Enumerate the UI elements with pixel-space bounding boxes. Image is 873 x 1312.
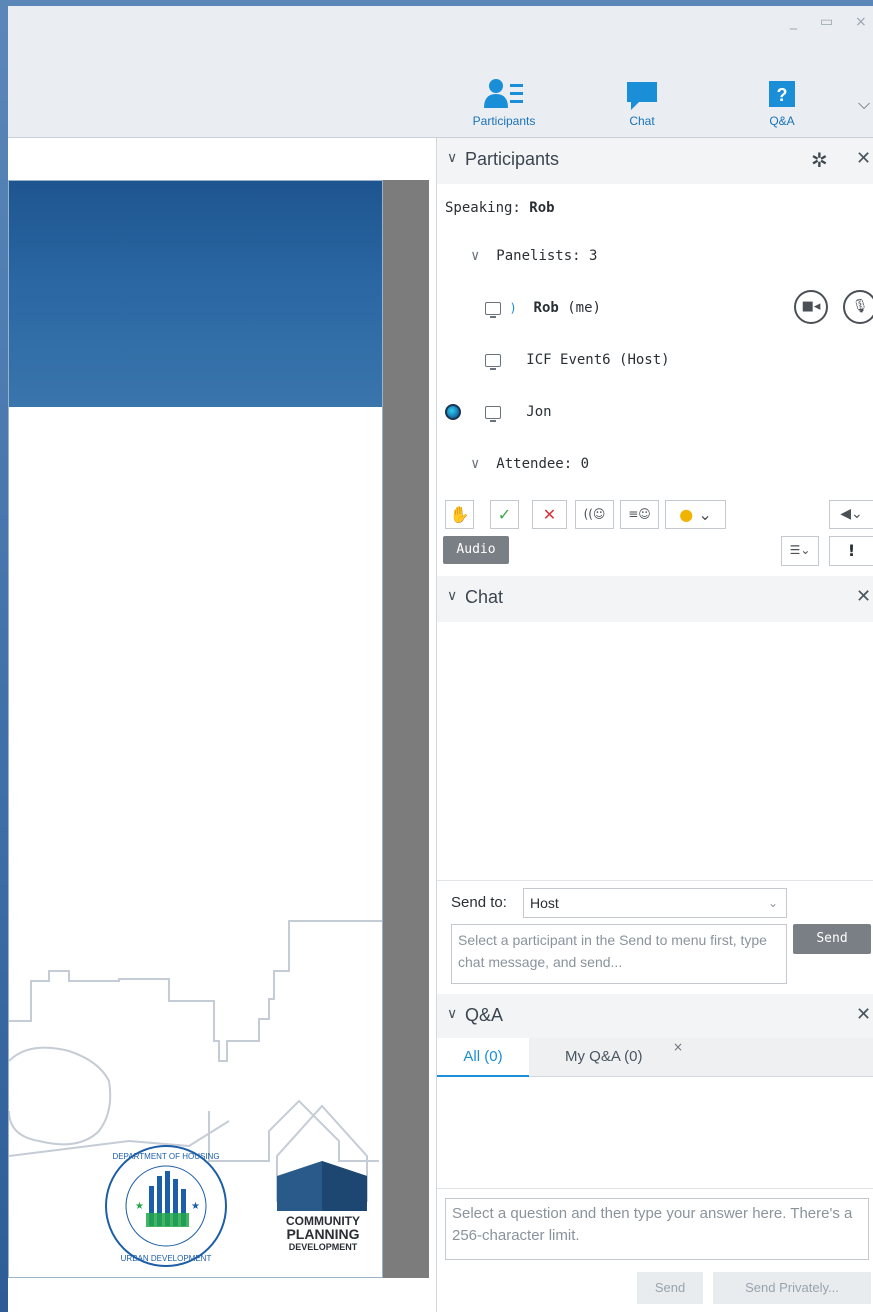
- side-panel: ∨ Participants ✲ ✕ Speaking: Rob ∨ Panel…: [436, 138, 873, 1312]
- chat-title: Chat: [465, 587, 504, 607]
- monitor-icon: [485, 301, 501, 318]
- mute-microphone-button[interactable]: 🎙: [843, 290, 873, 324]
- minimize-button[interactable]: _: [790, 14, 797, 30]
- qa-icon: ?: [769, 81, 795, 107]
- chat-send-button[interactable]: Send: [793, 924, 871, 954]
- raise-hand-button[interactable]: ✋: [445, 500, 474, 529]
- desktop-background-left: [0, 0, 8, 1312]
- speaking-name: Rob: [529, 200, 555, 216]
- participant-suffix: (me): [558, 300, 601, 316]
- megaphone-dropdown-button[interactable]: ◀⌄: [829, 500, 873, 529]
- collapse-chevron-icon[interactable]: ∨: [447, 588, 457, 604]
- hud-seal-logo: ★ ★ DEPARTMENT OF HOUSING URBAN DEVELOPM…: [105, 1145, 227, 1267]
- qa-title: Q&A: [465, 1005, 504, 1025]
- no-button[interactable]: ✕: [532, 500, 567, 529]
- tab-qa[interactable]: ? Q&A: [737, 78, 827, 128]
- close-qa-icon[interactable]: ✕: [856, 1004, 873, 1025]
- svg-text:?: ?: [777, 85, 788, 105]
- emoji-dropdown-button[interactable]: ● ⌄: [665, 500, 726, 529]
- speaking-indicator: Speaking: Rob: [445, 200, 555, 216]
- host-status-icon: [445, 404, 461, 420]
- chevron-down-icon: ∨: [471, 456, 480, 472]
- qa-tab-my[interactable]: My Q&A (0): [565, 1038, 643, 1077]
- chat-message-input[interactable]: Select a participant in the Send to menu…: [451, 924, 787, 984]
- monitor-icon: [485, 353, 501, 370]
- participants-title: Participants: [465, 149, 560, 169]
- more-panels-chevron-icon[interactable]: ⌵: [858, 94, 870, 114]
- panelists-group[interactable]: ∨ Panelists: 3: [471, 248, 597, 264]
- qa-header[interactable]: ∨ Q&A ✕: [437, 994, 873, 1040]
- participant-name: Jon: [526, 404, 552, 420]
- tab-qa-label: Q&A: [769, 114, 795, 128]
- monitor-icon: [485, 405, 501, 422]
- chevron-down-icon: ∨: [471, 248, 480, 264]
- participants-header[interactable]: ∨ Participants ✲ ✕: [437, 138, 873, 184]
- presentation-slide: ★ ★ DEPARTMENT OF HOUSING URBAN DEVELOPM…: [8, 180, 383, 1278]
- tab-chat-label: Chat: [629, 114, 655, 128]
- viewer-scrollbar-area[interactable]: [383, 180, 429, 1278]
- qa-send-button[interactable]: Send: [637, 1272, 703, 1304]
- svg-text:DEPARTMENT OF HOUSING: DEPARTMENT OF HOUSING: [112, 1152, 219, 1161]
- tab-participants[interactable]: Participants: [459, 78, 549, 128]
- participant-row-icf-event6[interactable]: ICF Event6 (Host): [485, 352, 670, 370]
- send-to-select[interactable]: Host ⌄: [523, 888, 787, 918]
- participant-row-rob[interactable]: ) Rob (me): [485, 300, 601, 318]
- close-tab-icon[interactable]: ×: [673, 1040, 683, 1054]
- top-toolbar: _ ▭ × Participants Chat ? Q&A ⌵: [8, 6, 873, 138]
- speaking-wave-icon: ): [509, 301, 517, 315]
- send-to-value: Host: [530, 895, 559, 911]
- participant-name: Rob: [533, 300, 559, 316]
- panelists-label: Panelists: 3: [496, 248, 598, 264]
- qa-answer-input[interactable]: Select a question and then type your ans…: [445, 1198, 869, 1260]
- chat-header[interactable]: ∨ Chat ✕: [437, 576, 873, 622]
- attendee-label: Attendee: 0: [496, 456, 590, 472]
- participant-row-jon[interactable]: Jon: [485, 404, 552, 422]
- video-camera-button[interactable]: ■◂: [794, 290, 828, 324]
- chat-icon: [627, 82, 657, 110]
- send-to-label: Send to:: [451, 894, 507, 911]
- tab-participants-label: Participants: [472, 114, 536, 128]
- qa-tab-bar: All (0) My Q&A (0) ×: [437, 1038, 873, 1077]
- close-participants-icon[interactable]: ✕: [856, 148, 873, 169]
- svg-text:★: ★: [191, 1201, 200, 1212]
- participant-name: ICF Event6 (Host): [526, 352, 670, 368]
- qa-tab-all[interactable]: All (0): [437, 1038, 529, 1077]
- emoji-icon: ●: [679, 505, 694, 524]
- svg-text:★: ★: [135, 1201, 144, 1212]
- speaking-label: Speaking:: [445, 200, 521, 216]
- chevron-down-icon: ⌄: [767, 896, 778, 910]
- divider: [437, 1188, 873, 1189]
- qa-send-privately-button[interactable]: Send Privately...: [713, 1272, 871, 1304]
- collapse-chevron-icon[interactable]: ∨: [447, 150, 457, 166]
- attendee-group[interactable]: ∨ Attendee: 0: [471, 456, 589, 472]
- close-chat-icon[interactable]: ✕: [856, 586, 873, 607]
- tab-chat[interactable]: Chat: [597, 78, 687, 128]
- restore-button[interactable]: ▭: [820, 14, 833, 30]
- slow-down-button[interactable]: ((☺: [575, 500, 614, 529]
- audio-button[interactable]: Audio: [443, 536, 509, 564]
- webex-window: _ ▭ × Participants Chat ? Q&A ⌵ ★ ★ DEPA…: [0, 0, 873, 1312]
- speed-up-button[interactable]: ≡☺: [620, 500, 659, 529]
- participants-icon: [484, 79, 523, 108]
- gear-icon[interactable]: ✲: [811, 148, 828, 172]
- cpd-logo-text: COMMUNITY PLANNING DEVELOPMENT: [286, 1214, 360, 1253]
- alert-button[interactable]: !: [829, 536, 873, 566]
- list-options-button[interactable]: ☰⌄: [781, 536, 819, 566]
- svg-text:URBAN DEVELOPMENT: URBAN DEVELOPMENT: [121, 1254, 212, 1263]
- divider: [437, 880, 873, 881]
- yes-button[interactable]: ✓: [490, 500, 519, 529]
- collapse-chevron-icon[interactable]: ∨: [447, 1006, 457, 1022]
- close-window-button[interactable]: ×: [855, 14, 867, 30]
